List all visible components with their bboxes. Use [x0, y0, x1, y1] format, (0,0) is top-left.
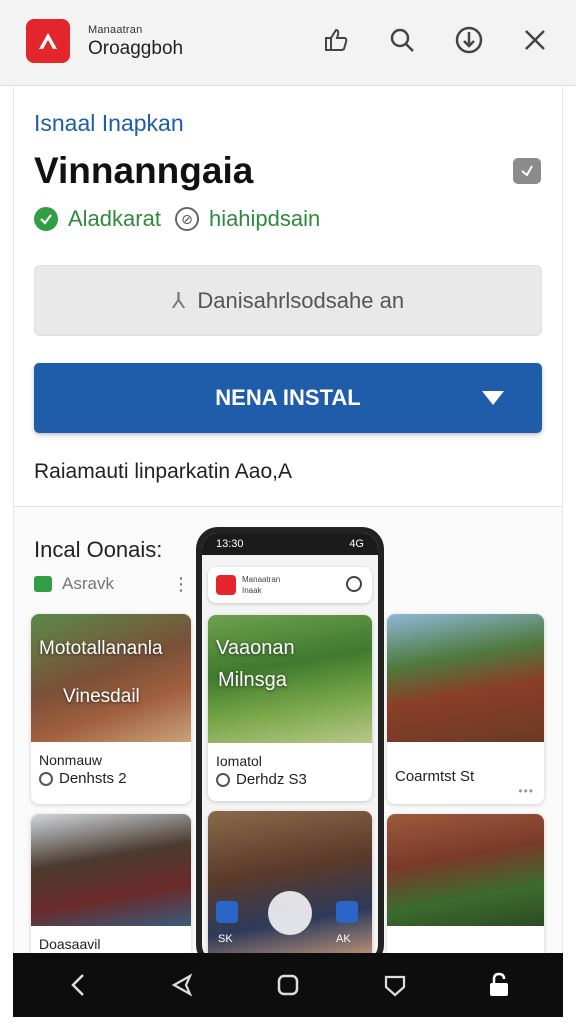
gallery-tile[interactable]: Mototallananla Vinesdail Nonmauw Denhsts… — [31, 614, 191, 804]
gallery-title: Incal Oonais: — [34, 537, 163, 562]
gallery-tag-label: Asravk — [62, 574, 114, 593]
more-icon[interactable]: ••• — [518, 784, 534, 798]
tile-image — [31, 814, 191, 926]
app-name: Oroaggboh — [88, 38, 184, 59]
gallery-tile[interactable]: SK AK — [208, 811, 372, 961]
search-icon — [346, 576, 362, 592]
logo-icon — [216, 575, 236, 595]
back-icon[interactable] — [63, 969, 95, 1001]
search-icon[interactable] — [384, 22, 420, 58]
secondary-button-label: Danisahrlsodsahe an — [197, 287, 405, 313]
close-icon[interactable] — [517, 22, 553, 58]
status-secondary: hiahipdsain — [208, 206, 321, 231]
home-icon[interactable] — [272, 969, 304, 1001]
install-button[interactable]: NENA INSTAL — [34, 363, 542, 433]
tile-overlay-title: Vaaonan — [216, 637, 295, 659]
tile-caption: Iomatol — [216, 753, 262, 769]
phone-app-subtitle: Manaatran — [242, 575, 281, 584]
tile-caption: Nonmauw — [39, 752, 103, 768]
tile-subcaption: Denhsts 2 — [39, 770, 127, 787]
phone-mockup: 13:30 4G Manaatran Inaak Vaaonan Milnsga… — [196, 527, 384, 967]
share-icon[interactable] — [513, 158, 541, 184]
person-icon: ⅄ — [171, 287, 186, 313]
tile-image: SK AK — [208, 811, 372, 961]
thumb-icon[interactable] — [318, 22, 354, 58]
info-note: Raiamauti linparkatin Aao,A — [34, 460, 292, 483]
tile-overlay-title: Mototallananla — [39, 638, 163, 659]
tile-caption: Doasaavil — [39, 936, 101, 952]
app-logo[interactable] — [26, 19, 70, 63]
phone-status-bar: 13:30 4G — [202, 533, 378, 555]
phone-bottom-left: SK — [218, 933, 233, 945]
tile-image: Mototallananla Vinesdail — [31, 614, 191, 742]
tile-overlay-subtitle: Milnsga — [218, 669, 287, 691]
tile-image: Vaaonan Milnsga — [208, 615, 372, 743]
breadcrumb[interactable]: Isnaal Inapkan — [34, 110, 184, 137]
status-row: Aladkarat ⊘ hiahipdsain — [34, 205, 320, 233]
radio-icon — [39, 771, 53, 786]
tag-icon — [34, 576, 52, 592]
chevron-down-icon[interactable] — [482, 391, 504, 405]
phone-nav-icon[interactable] — [336, 901, 358, 923]
no-ads-icon: ⊘ — [174, 207, 199, 231]
lock-icon[interactable] — [483, 969, 515, 1001]
gallery-tag[interactable]: Asravk — [34, 574, 114, 594]
gallery-tile[interactable]: Vaaonan Milnsga Iomatol Derhdz S3 — [208, 615, 372, 801]
install-button-label: NENA INSTAL — [215, 385, 361, 410]
phone-nav-icon[interactable] — [216, 901, 238, 923]
secondary-action-button[interactable]: ⅄ Danisahrlsodsahe an — [34, 265, 542, 336]
check-icon — [34, 207, 58, 231]
gallery-tile[interactable] — [387, 814, 544, 964]
phone-app-bar: Manaatran Inaak — [208, 567, 372, 603]
tile-image — [387, 614, 544, 742]
download-icon[interactable] — [451, 22, 487, 58]
shield-icon[interactable] — [379, 969, 411, 1001]
send-icon[interactable] — [166, 969, 198, 1001]
gallery-tile[interactable]: Coarmtst St ••• — [387, 614, 544, 804]
tile-caption: Coarmtst St — [395, 768, 475, 785]
logo-icon — [39, 33, 57, 49]
phone-app-name: Inaak — [242, 586, 262, 595]
app-subtitle: Manaatran — [88, 24, 143, 36]
phone-time: 13:30 — [216, 538, 244, 550]
phone-screen: 13:30 4G Manaatran Inaak Vaaonan Milnsga… — [202, 533, 378, 961]
tile-image — [387, 814, 544, 926]
tile-subcaption: Derhdz S3 — [216, 771, 307, 788]
tile-overlay-subtitle: Vinesdail — [63, 686, 140, 707]
status-primary: Aladkarat — [68, 206, 161, 231]
gallery-tile[interactable]: Doasaavil — [31, 814, 191, 964]
more-icon[interactable]: ⋮ — [172, 574, 190, 595]
radio-icon — [216, 772, 230, 787]
system-navbar — [13, 953, 563, 1017]
phone-bottom-right: AK — [336, 933, 351, 945]
page-title: Vinnanngaia — [34, 150, 254, 191]
phone-signal: 4G — [349, 538, 364, 550]
home-button[interactable] — [268, 891, 312, 935]
app-header: Manaatran Oroaggboh — [0, 0, 576, 86]
